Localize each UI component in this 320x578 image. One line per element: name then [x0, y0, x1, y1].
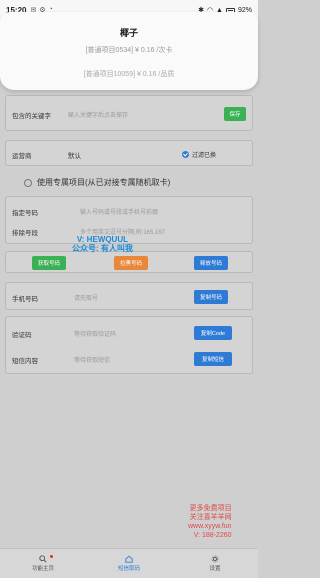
operator-label: 运营商	[12, 153, 32, 160]
block-number-button[interactable]: 拉黑号码	[114, 256, 148, 270]
home-icon	[125, 555, 133, 563]
assign-label: 指定号码	[12, 210, 38, 217]
release-number-button[interactable]: 释放号码	[194, 256, 228, 270]
keyword-input[interactable]: 输入关键字后点击保存	[68, 110, 128, 119]
corner-watermark: 更多免费项目 关注喜羊羊网 www.xyyw.fun V: 188-2260	[188, 504, 232, 540]
nav-sms[interactable]: 短信取码	[86, 549, 172, 578]
assign-input[interactable]: 输入号码或号段或手机号前缀	[80, 207, 158, 216]
nav-settings-label: 设置	[209, 566, 221, 572]
phone-panel: 手机号码 请先取号 复制号码	[5, 282, 253, 310]
verify-panel: 验证码 等待获取验证码 复制Code 短信内容 等待获取短信 复制短信	[5, 316, 253, 374]
dialog-title: 椰子	[119, 28, 138, 38]
operator-value: 默认	[68, 153, 81, 160]
check-icon	[182, 151, 189, 158]
copy-sms-button[interactable]: 复制短信	[194, 352, 232, 366]
sms-value: 等待获取短信	[74, 358, 111, 364]
exclude-label: 排除号段	[12, 230, 38, 237]
action-panel: 获取号码 拉黑号码 释放号码	[5, 251, 253, 273]
sms-label: 短信内容	[12, 358, 38, 365]
notification-dot	[50, 555, 53, 558]
bottom-navigation: 功能主页 短信取码 设置	[0, 548, 258, 578]
exclusive-label: 使用专属项目(从已对接专属随机取卡)	[37, 178, 171, 187]
watermark-line: 公众号: 有人叫我	[72, 244, 133, 253]
radio-icon	[24, 178, 32, 187]
phone-label: 手机号码	[12, 296, 38, 303]
corner-watermark-line: 更多免费项目	[189, 505, 232, 512]
filter-checkbox[interactable]: 过滤已换	[182, 150, 216, 159]
nav-settings[interactable]: 设置	[172, 549, 258, 578]
dialog-project-item[interactable]: [普通项目10059] ¥ 0.16 /品质	[0, 69, 258, 79]
save-keyword-button[interactable]: 保存	[224, 107, 246, 121]
corner-watermark-line: V: 188-2260	[193, 532, 232, 539]
search-icon	[39, 555, 47, 563]
operator-panel: 运营商 默认 过滤已换	[5, 140, 253, 166]
get-number-button[interactable]: 获取号码	[32, 256, 66, 270]
nav-sms-label: 短信取码	[117, 566, 140, 572]
corner-watermark-line: www.xyyw.fun	[188, 523, 232, 530]
phone-value: 请先取号	[74, 296, 99, 302]
exclusive-option[interactable]: 使用专属项目(从已对接专属随机取卡)	[24, 177, 170, 188]
copy-code-button[interactable]: 复制Code	[194, 326, 232, 340]
operator-select[interactable]: 默认	[68, 150, 81, 160]
dialog-project-item[interactable]: [普通项目0534] ¥ 0.16 /次卡	[0, 45, 258, 55]
keyword-panel: 包含的关键字 输入关键字后点击保存 保存	[5, 95, 253, 131]
code-label: 验证码	[12, 332, 32, 339]
project-dialog[interactable]: 椰子 [普通项目0534] ¥ 0.16 /次卡 [普通项目10059] ¥ 0…	[0, 12, 258, 90]
watermark-line: V: HEWQUUL	[76, 235, 128, 244]
gear-icon	[211, 555, 219, 563]
nav-home-label: 功能主页	[31, 566, 54, 572]
filter-label: 过滤已换	[192, 153, 217, 159]
code-value: 等待获取验证码	[74, 332, 117, 338]
keyword-row: 包含的关键字	[12, 110, 51, 120]
nav-home[interactable]: 功能主页	[0, 549, 86, 578]
copy-number-button[interactable]: 复制号码	[194, 290, 228, 304]
corner-watermark-line: 关注喜羊羊网	[189, 514, 232, 521]
keyword-label: 包含的关键字	[12, 113, 51, 120]
watermark: V: HEWQUUL 公众号: 有人叫我	[72, 235, 133, 253]
